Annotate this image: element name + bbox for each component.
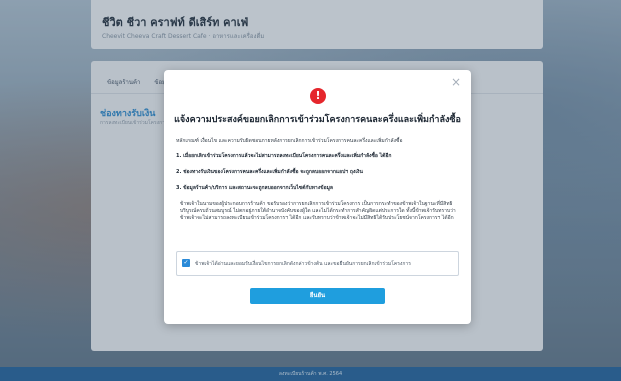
consent-box: ✓ ข้าพเจ้าได้อ่านและยอมรับเงื่อนไขการยกเ…	[176, 251, 459, 276]
consent-checkbox[interactable]: ✓	[182, 259, 190, 267]
check-icon: ✓	[183, 259, 189, 266]
rule-item: 3. ข้อมูลร้านค้า/บริการ และสถานะจะถูกลบอ…	[176, 185, 333, 191]
rule-item: 1. เมื่อยกเลิกเข้าร่วมโครงการแล้วจะไม่สา…	[176, 153, 392, 159]
modal-body: หลักเกณฑ์ เงื่อนไข และความรับผิดชอบภายหล…	[176, 138, 460, 222]
confirm-button[interactable]: ยืนยัน	[250, 288, 385, 304]
declaration-paragraph: ข้าพเจ้าในนามของผู้ประกอบการร้านค้า ขอรั…	[180, 201, 456, 221]
consent-label[interactable]: ข้าพเจ้าได้อ่านและยอมรับเงื่อนไขการยกเลิ…	[195, 260, 411, 268]
modal-intro: หลักเกณฑ์ เงื่อนไข และความรับผิดชอบภายหล…	[176, 138, 403, 144]
close-icon[interactable]: ×	[451, 76, 461, 88]
cancel-participation-modal: × ! แจ้งความประสงค์ขอยกเลิกการเข้าร่วมโค…	[164, 70, 471, 324]
modal-title: แจ้งความประสงค์ขอยกเลิกการเข้าร่วมโครงกา…	[174, 115, 461, 125]
rule-item: 2. ช่องทางรับเงินของโครงการคนละครึ่งและเ…	[176, 169, 363, 175]
alert-icon: !	[310, 88, 326, 104]
